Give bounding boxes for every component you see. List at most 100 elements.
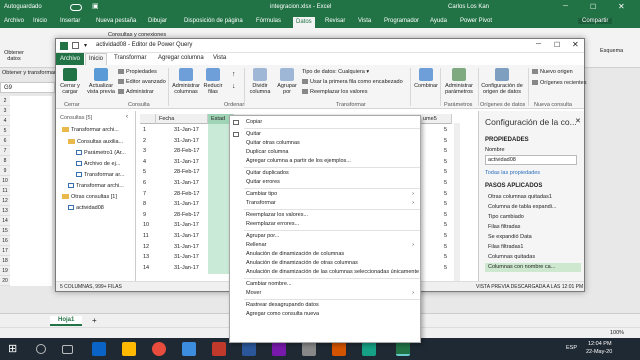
chrome-icon[interactable] — [152, 342, 166, 356]
close-load-button[interactable]: Cerrar y cargar — [58, 68, 82, 95]
excel-row-header[interactable]: 2 — [0, 96, 10, 106]
ume5-cell[interactable]: 5 — [444, 126, 447, 135]
row-number[interactable]: 9 — [143, 211, 146, 220]
menu-item-reemplazar-los-valores[interactable]: Reemplazar los valores... — [230, 211, 420, 220]
language-indicator[interactable]: ESP — [566, 345, 577, 351]
applied-step[interactable]: Se expandió Data — [485, 233, 581, 242]
applied-step[interactable]: Filas filtradas1 — [485, 243, 581, 252]
ume5-cell[interactable]: 5 — [444, 168, 447, 177]
fecha-cell[interactable]: 28-Feb-17 — [174, 147, 199, 156]
sort-descending-icon[interactable]: ↓ — [232, 83, 236, 90]
group-by-button[interactable]: Agrupar por — [276, 68, 298, 95]
excel-row-header[interactable]: 11 — [0, 186, 10, 196]
query-folder[interactable]: Transformar archi... — [62, 127, 119, 133]
menu-item-reemplazar-errores[interactable]: Reemplazar errores... — [230, 220, 420, 229]
menu-item-transformar[interactable]: Transformar › — [230, 199, 420, 208]
settings-app-icon[interactable] — [302, 342, 316, 356]
user-name[interactable]: Carlos Los Kan — [448, 4, 489, 10]
outline-button[interactable]: Esquema — [600, 48, 623, 54]
grid-scrollbar[interactable] — [454, 123, 460, 283]
row-number[interactable]: 12 — [143, 243, 149, 252]
ume5-cell[interactable]: 5 — [444, 221, 447, 230]
get-data-button[interactable]: Obtener datos — [3, 50, 25, 62]
row-number[interactable]: 6 — [143, 179, 146, 188]
advanced-editor-button[interactable]: Editor avanzado — [118, 79, 166, 85]
menu-item-mover[interactable]: Mover › — [230, 289, 420, 298]
menu-item-anulación-de-dinamización-de-columnas[interactable]: Anulación de dinamización de columnas — [230, 250, 420, 259]
tab-power-pivot[interactable]: Power Pivot — [460, 18, 492, 24]
tab-programador[interactable]: Programador — [384, 18, 419, 24]
ume5-cell[interactable]: 5 — [444, 211, 447, 220]
properties-button[interactable]: Propiedades — [118, 69, 157, 75]
minimize-icon[interactable]: ─ — [563, 3, 568, 10]
autosave-toggle[interactable] — [70, 4, 82, 11]
ume5-cell[interactable]: 5 — [444, 158, 447, 167]
row-number[interactable]: 3 — [143, 147, 146, 156]
tab-nueva-pestana[interactable]: Nueva pestaña — [96, 18, 136, 24]
excel-row-header[interactable]: 14 — [0, 216, 10, 226]
search-icon[interactable] — [36, 344, 46, 354]
excel-row-header[interactable]: 9 — [0, 166, 10, 176]
task-view-icon[interactable] — [62, 345, 73, 354]
powerpoint-icon[interactable] — [212, 342, 226, 356]
query-item[interactable]: Transformar ar... — [76, 172, 124, 178]
edge-icon[interactable] — [182, 342, 196, 356]
name-box[interactable]: G9 — [0, 82, 55, 93]
refresh-preview-button[interactable]: Actualizar vista previa — [86, 68, 116, 95]
combine-button[interactable]: Combinar — [414, 68, 438, 89]
menu-item-anulación-de-dinamización-de-las-columnas-seleccionadas-únicamente[interactable]: Anulación de dinamización de las columna… — [230, 268, 420, 277]
column-header-fecha[interactable]: Fecha — [156, 114, 208, 124]
row-number[interactable]: 13 — [143, 253, 149, 262]
fecha-cell[interactable]: 31-Jan-17 — [174, 264, 199, 273]
ume5-cell[interactable]: 5 — [444, 147, 447, 156]
row-number[interactable]: 8 — [143, 200, 146, 209]
tab-dibujar[interactable]: Dibujar — [148, 18, 167, 24]
clock-time[interactable]: 12:04 PM — [588, 341, 612, 347]
data-type-dropdown[interactable]: Tipo de datos: Cualquiera ▾ — [302, 69, 369, 75]
menu-item-agrupar-por[interactable]: Agrupar por... — [230, 232, 420, 241]
ume5-cell[interactable]: 5 — [444, 264, 447, 273]
excel-taskbar-icon[interactable] — [396, 342, 410, 356]
excel-row-header[interactable]: 20 — [0, 276, 10, 286]
menu-item-rastrear-desagrupando-datos[interactable]: Rastrear desagrupando datos — [230, 301, 420, 310]
maximize-icon[interactable]: ☐ — [590, 3, 596, 11]
collapse-pane-icon[interactable]: ‹ — [126, 114, 128, 120]
excel-row-header[interactable]: 15 — [0, 226, 10, 236]
row-number[interactable]: 1 — [143, 126, 146, 135]
pq-maximize-icon[interactable]: ☐ — [554, 41, 560, 49]
column-header-ume5[interactable]: ume5 — [420, 114, 452, 124]
fecha-cell[interactable]: 28-Feb-17 — [174, 211, 199, 220]
tab-revisar[interactable]: Revisar — [325, 18, 345, 24]
menu-item-cambiar-nombre[interactable]: Cambiar nombre... — [230, 280, 420, 289]
menu-item-quitar-errores[interactable]: Quitar errores — [230, 178, 420, 187]
applied-step[interactable]: Columna de tabla expandi... — [485, 203, 581, 212]
manage-columns-button[interactable]: Administrar columnas — [172, 68, 200, 95]
word-icon[interactable] — [242, 342, 256, 356]
excel-row-header[interactable]: 18 — [0, 256, 10, 266]
pq-tab-agregar-columna[interactable]: Agregar columna — [158, 55, 204, 61]
pq-tab-archivo[interactable]: Archivo — [56, 53, 85, 65]
fecha-cell[interactable]: 31-Jan-17 — [174, 179, 199, 188]
row-number[interactable]: 11 — [143, 232, 149, 241]
dropdown-arrow-icon[interactable]: ▾ — [84, 42, 87, 49]
applied-step[interactable]: Otras columnas quitadas1 — [485, 193, 581, 202]
excel-row-header[interactable]: 17 — [0, 246, 10, 256]
query-item[interactable]: Parámetro1 (Ar... — [76, 150, 126, 156]
tab-formulas[interactable]: Fórmulas — [256, 18, 281, 24]
save-icon[interactable] — [72, 42, 79, 49]
save-icon[interactable]: ▣ — [92, 2, 99, 10]
query-name-input[interactable]: actividad08 — [485, 155, 577, 165]
tab-vista[interactable]: Vista — [358, 18, 371, 24]
excel-row-header[interactable]: 3 — [0, 106, 10, 116]
fecha-cell[interactable]: 28-Feb-17 — [174, 168, 199, 177]
sort-ascending-icon[interactable]: ↑ — [232, 71, 236, 78]
tab-archivo[interactable]: Archivo — [4, 18, 24, 24]
menu-item-quitar-duplicados[interactable]: Quitar duplicados — [230, 169, 420, 178]
menu-item-quitar-otras-columnas[interactable]: Quitar otras columnas — [230, 139, 420, 148]
menu-item-anulación-de-dinamización-de-otras-columnas[interactable]: Anulación de dinamización de otras colum… — [230, 259, 420, 268]
excel-row-header[interactable]: 8 — [0, 156, 10, 166]
pq-tab-inicio[interactable]: Inicio — [85, 53, 108, 65]
menu-item-duplicar-columna[interactable]: Duplicar columna — [230, 148, 420, 157]
windows-start-icon[interactable]: ⊞ — [8, 342, 22, 356]
fecha-cell[interactable]: 31-Jan-17 — [174, 158, 199, 167]
